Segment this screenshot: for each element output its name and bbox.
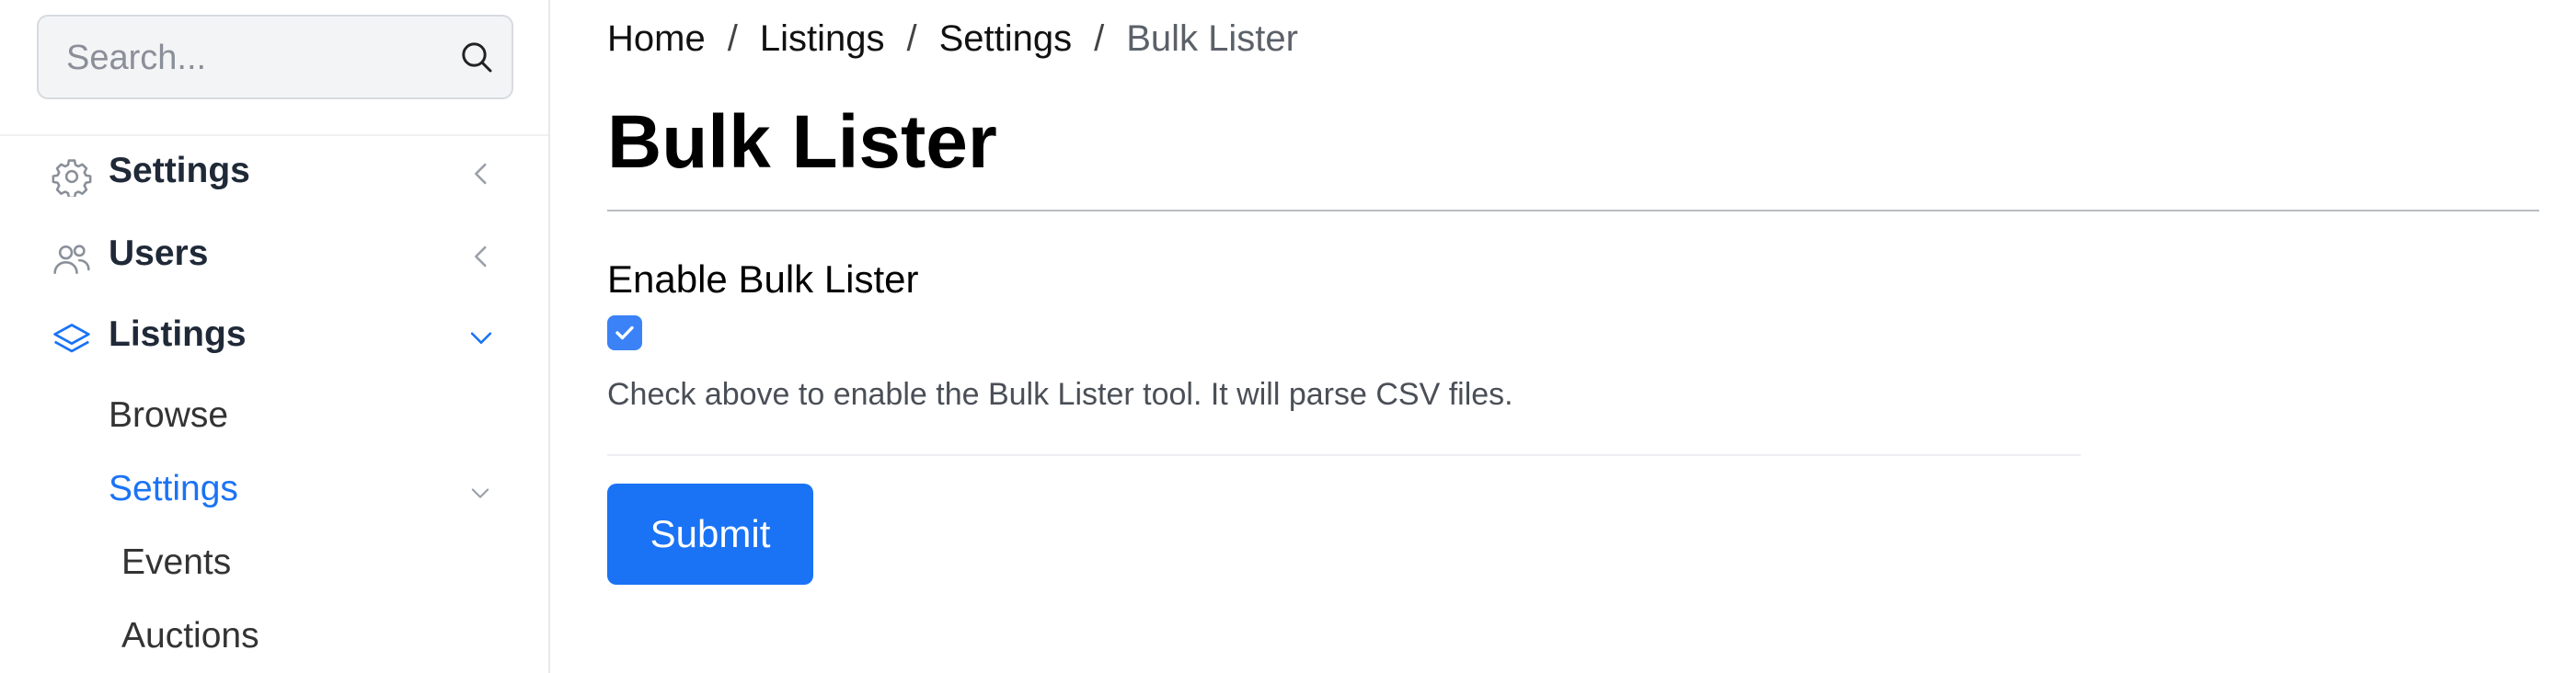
- sidebar-subitem-auctions[interactable]: Auctions: [121, 616, 259, 656]
- search-box: [37, 15, 513, 99]
- enable-bulk-lister-checkbox[interactable]: [607, 315, 642, 350]
- search-icon[interactable]: [458, 39, 495, 75]
- breadcrumb-separator: /: [1094, 18, 1105, 59]
- breadcrumb-separator: /: [906, 18, 917, 59]
- form-divider: [607, 454, 2081, 456]
- search-input[interactable]: [64, 17, 454, 99]
- page-title: Bulk Lister: [607, 100, 997, 184]
- gear-icon: [52, 159, 92, 197]
- chevron-left-icon: [475, 163, 487, 185]
- layers-icon: [53, 324, 90, 353]
- sidebar-subitem-events[interactable]: Events: [121, 542, 231, 583]
- breadcrumb-listings[interactable]: Listings: [760, 18, 885, 59]
- breadcrumb-current: Bulk Lister: [1126, 18, 1298, 59]
- breadcrumb-home[interactable]: Home: [607, 18, 706, 59]
- main-content: Home / Listings / Settings / Bulk Lister Bulk …: [607, 0, 2539, 673]
- chevron-down-icon: [470, 332, 492, 344]
- breadcrumb-separator: /: [727, 18, 738, 59]
- sidebar-item-users[interactable]: Users: [0, 222, 548, 294]
- enable-bulk-lister-label: Enable Bulk Lister: [607, 257, 919, 301]
- sidebar-subitem-label: Settings: [109, 469, 238, 508]
- title-divider: [607, 210, 2539, 211]
- submit-button[interactable]: Submit: [607, 484, 813, 585]
- sidebar-item-label: Listings: [109, 314, 247, 354]
- sidebar-divider: [0, 134, 548, 136]
- checkmark-icon: [615, 325, 634, 340]
- sidebar: Settings Users Listings Browse Settings: [0, 0, 550, 673]
- users-icon: [53, 245, 90, 274]
- help-text: Check above to enable the Bulk Lister to…: [607, 377, 1513, 412]
- chevron-down-icon: [471, 488, 489, 498]
- chevron-left-icon: [475, 245, 487, 268]
- sidebar-item-listings[interactable]: Listings: [0, 303, 548, 375]
- sidebar-item-label: Users: [109, 234, 209, 273]
- breadcrumb-settings[interactable]: Settings: [939, 18, 1073, 59]
- breadcrumb: Home / Listings / Settings / Bulk Lister: [607, 18, 1298, 60]
- sidebar-subitem-settings[interactable]: Settings: [0, 460, 548, 531]
- sidebar-subitem-browse[interactable]: Browse: [109, 395, 228, 436]
- sidebar-item-label: Settings: [109, 151, 250, 190]
- sidebar-item-settings[interactable]: Settings: [0, 140, 548, 211]
